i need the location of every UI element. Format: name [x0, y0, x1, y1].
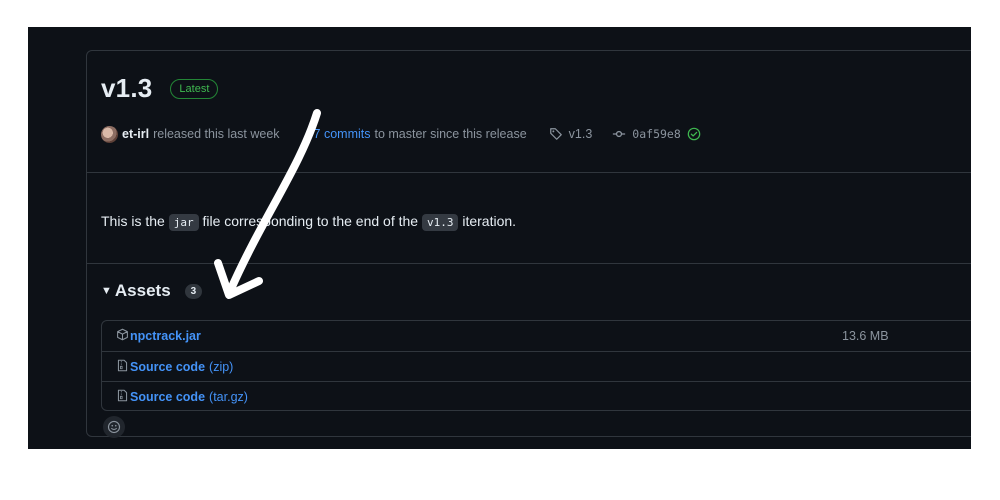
- tag-icon: [549, 127, 563, 141]
- commits-link[interactable]: 7 commits: [314, 127, 371, 141]
- asset-row: Source code (tar.gz): [102, 381, 971, 411]
- git-commit-icon: [612, 127, 626, 141]
- release-description: This is the jar file corresponding to th…: [101, 213, 517, 231]
- release-meta: et-irl released this last week 7 commits…: [101, 125, 701, 143]
- assets-list: npctrack.jar 13.6 MB Source code (zip) S…: [101, 320, 971, 411]
- asset-link[interactable]: npctrack.jar: [130, 329, 201, 343]
- asset-link[interactable]: Source code: [130, 360, 205, 374]
- inline-code: v1.3: [421, 214, 459, 231]
- tag-link[interactable]: v1.3: [569, 127, 593, 141]
- commits-text: to master since this release: [374, 127, 527, 141]
- package-icon: [116, 328, 129, 344]
- release-card: v1.3 Latest et-irl released this last we…: [86, 50, 971, 438]
- asset-row: Source code (zip): [102, 351, 971, 381]
- file-zip-icon: [116, 359, 129, 375]
- inline-code: jar: [168, 214, 199, 231]
- add-reaction-button[interactable]: [103, 416, 125, 438]
- asset-size: 13.6 MB: [842, 328, 889, 343]
- asset-suffix[interactable]: (zip): [209, 360, 233, 374]
- asset-link[interactable]: Source code: [130, 390, 205, 404]
- divider: [87, 172, 971, 173]
- released-text: released this last week: [153, 127, 280, 141]
- release-page: v1.3 Latest et-irl released this last we…: [28, 27, 971, 449]
- asset-row: npctrack.jar 13.6 MB: [102, 321, 971, 350]
- divider: [87, 263, 971, 264]
- assets-toggle[interactable]: ▼ Assets 3: [101, 281, 203, 301]
- description-text: iteration.: [462, 213, 517, 229]
- assets-count-badge: 3: [184, 283, 203, 299]
- caret-down-icon: ▼: [101, 285, 112, 297]
- release-title[interactable]: v1.3: [101, 73, 152, 104]
- release-header: v1.3 Latest: [101, 73, 219, 104]
- file-zip-icon: [116, 389, 129, 405]
- smiley-icon: [107, 420, 121, 434]
- description-text: This is the: [101, 213, 165, 229]
- commit-sha-link[interactable]: 0af59e8: [632, 127, 680, 141]
- asset-suffix[interactable]: (tar.gz): [209, 390, 248, 404]
- verified-check-icon[interactable]: [687, 127, 701, 141]
- description-text: file corresponding to the end of the: [202, 213, 419, 229]
- author-link[interactable]: et-irl: [122, 127, 149, 141]
- assets-title: Assets: [114, 281, 171, 300]
- latest-badge: Latest: [170, 78, 219, 99]
- avatar[interactable]: [101, 125, 118, 143]
